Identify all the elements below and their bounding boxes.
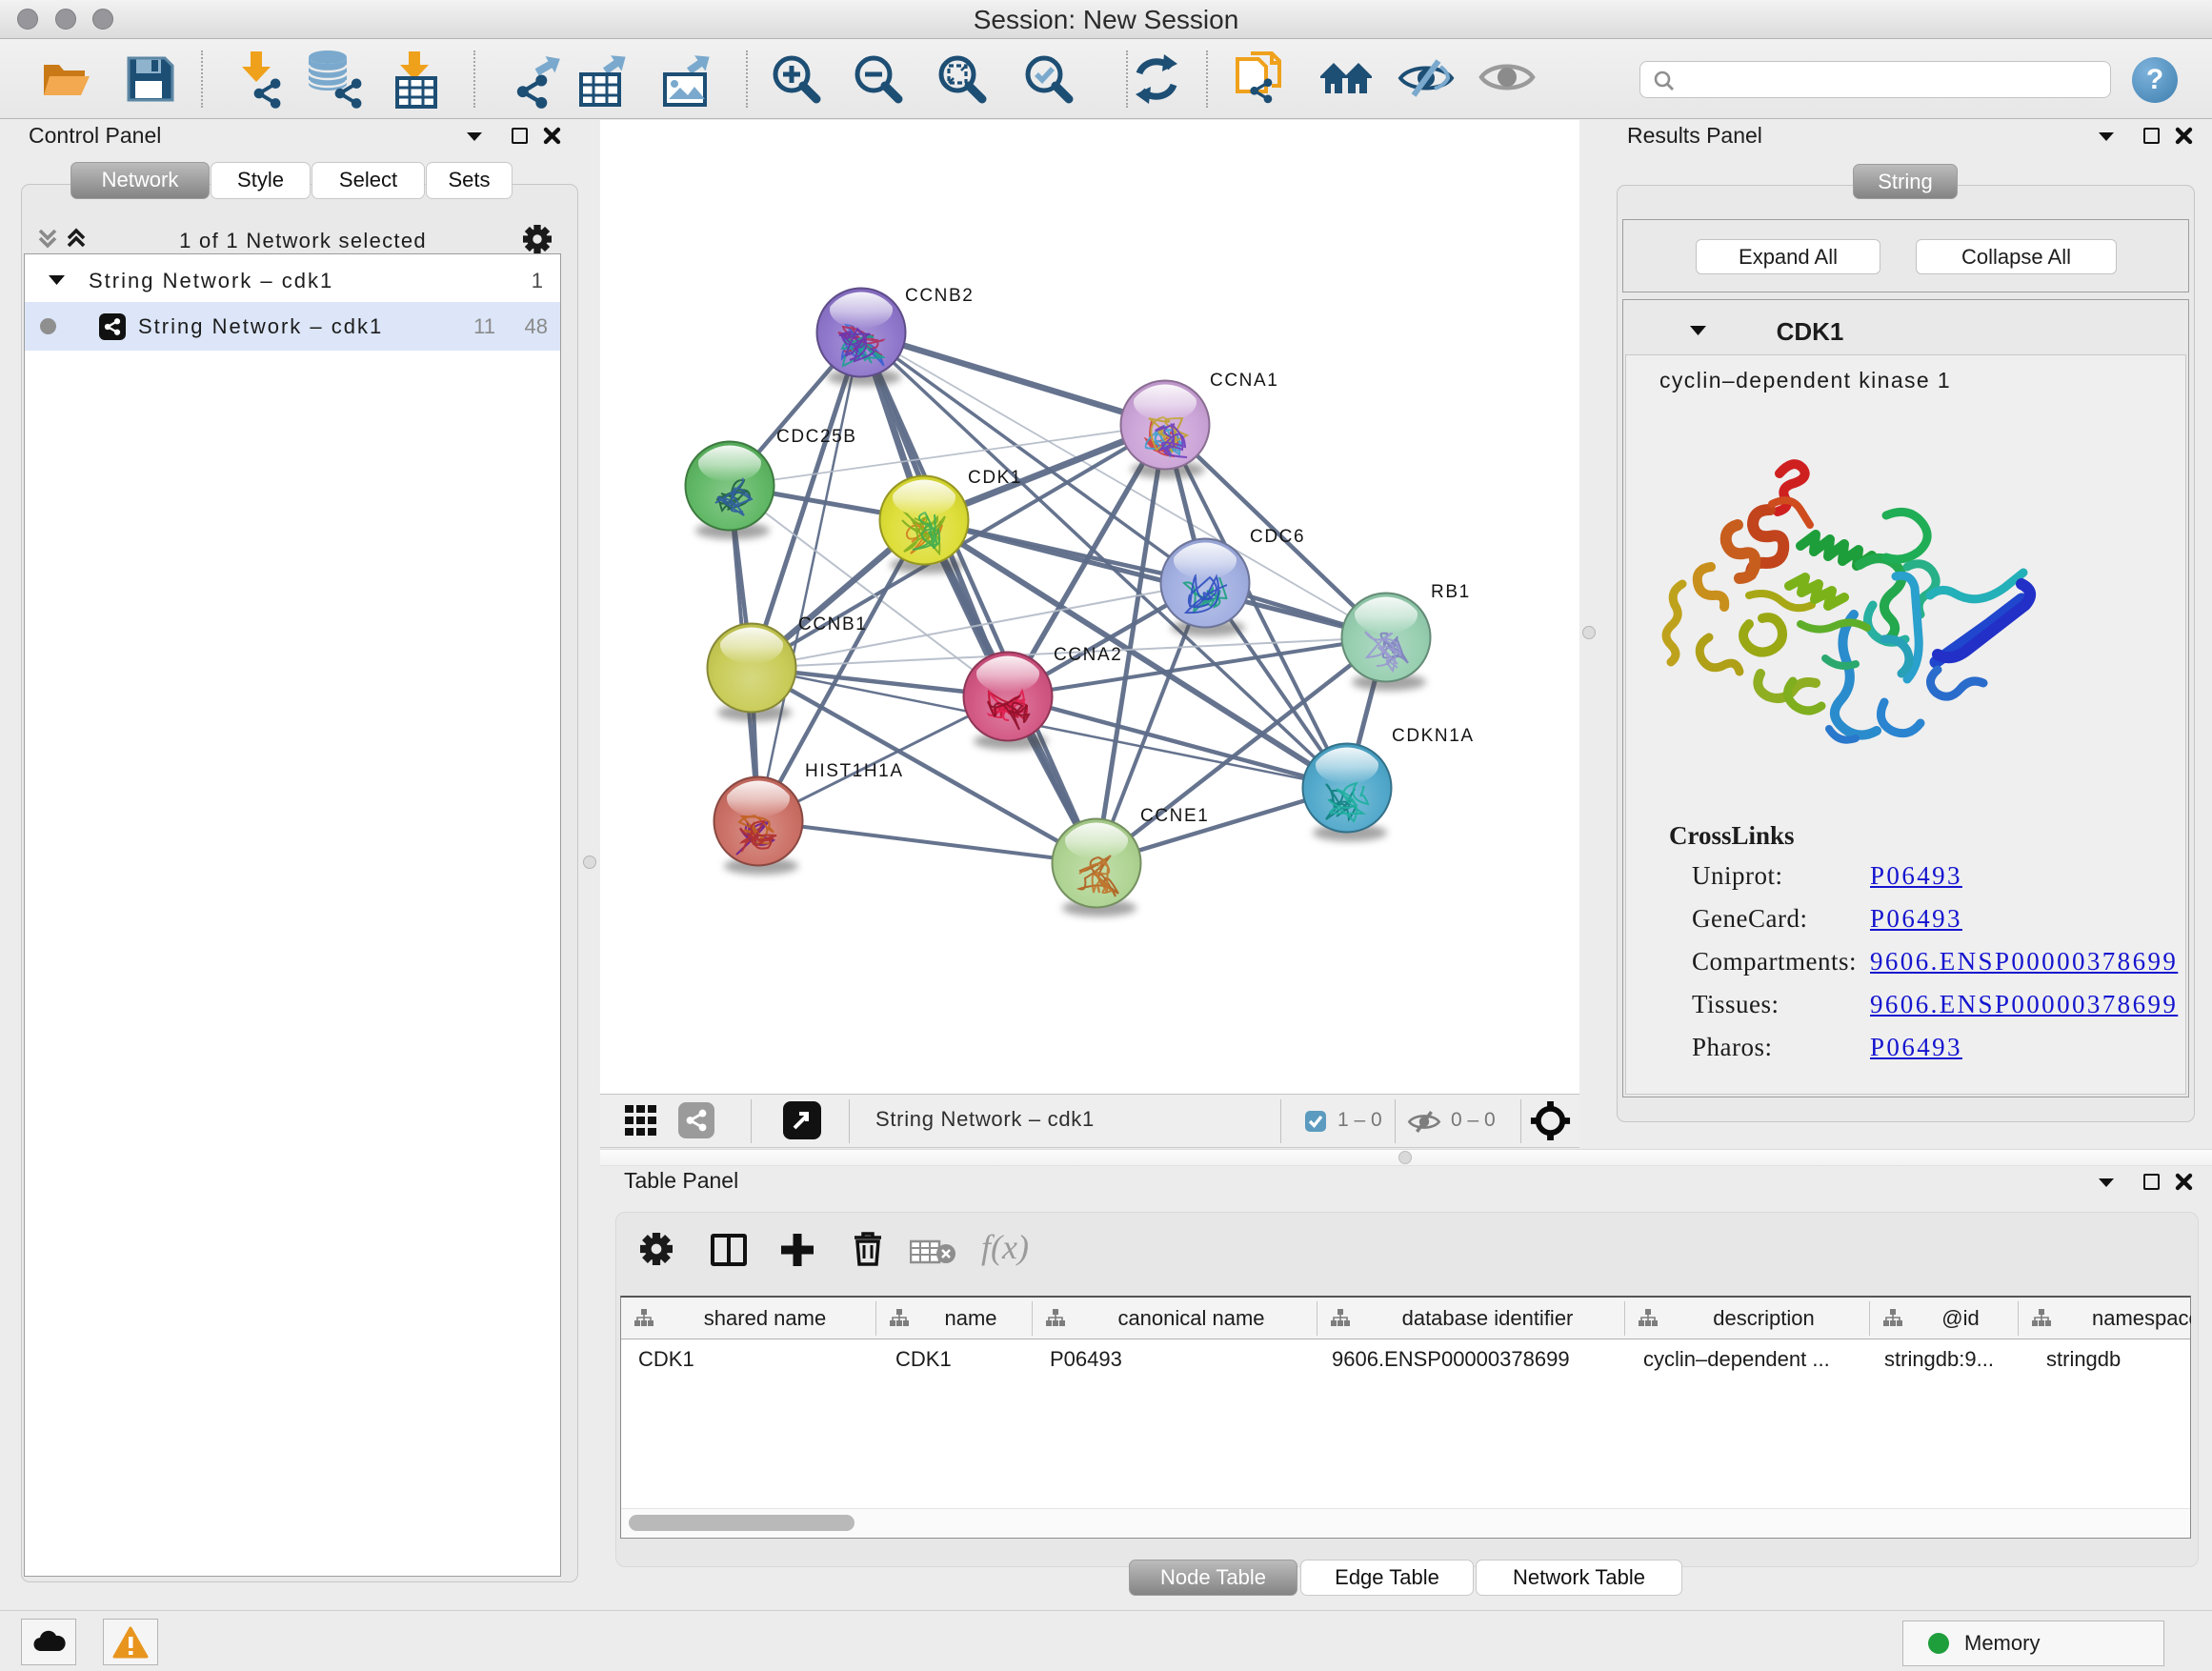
svg-text:CDC25B: CDC25B: [776, 427, 857, 447]
svg-text:CDKN1A: CDKN1A: [1392, 726, 1475, 746]
svg-text:CCNE1: CCNE1: [1140, 806, 1209, 826]
svg-text:CCNB1: CCNB1: [798, 614, 867, 634]
svg-text:CDK1: CDK1: [968, 468, 1022, 488]
svg-text:RB1: RB1: [1431, 582, 1471, 602]
svg-text:HIST1H1A: HIST1H1A: [805, 761, 904, 781]
svg-text:CCNA1: CCNA1: [1210, 371, 1278, 391]
svg-text:CCNA2: CCNA2: [1054, 645, 1122, 665]
svg-text:CCNB2: CCNB2: [905, 286, 974, 306]
svg-text:CDC6: CDC6: [1250, 527, 1305, 547]
